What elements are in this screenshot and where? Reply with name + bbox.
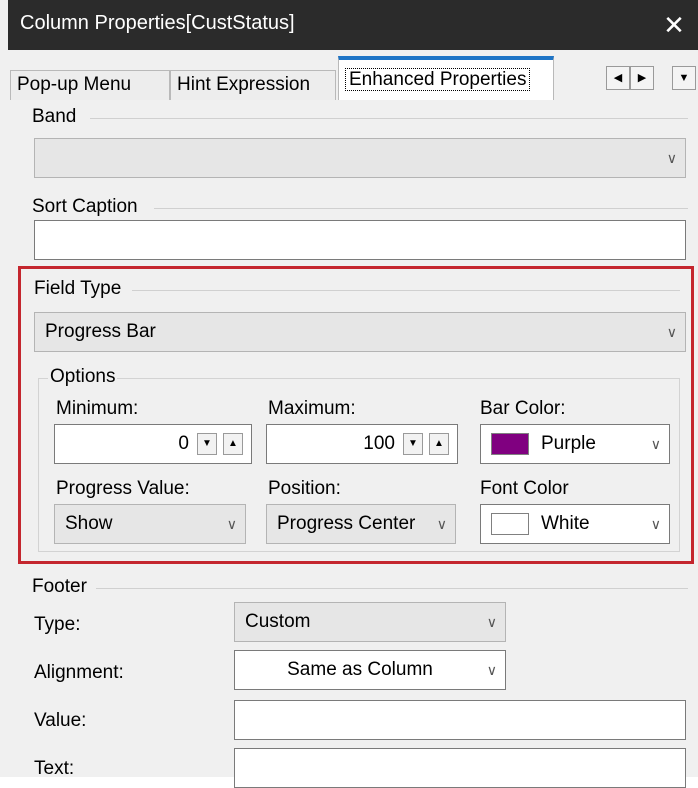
window-title: Column Properties[CustStatus] [20, 12, 295, 34]
footer-type-select[interactable]: Custom ∨ [234, 602, 506, 642]
position-select[interactable]: Progress Center ∨ [266, 504, 456, 544]
spin-down-icon[interactable]: ▼ [403, 433, 423, 455]
bar-color-label: Bar Color: [480, 398, 566, 419]
tab-label: Pop-up Menu [17, 74, 132, 95]
chevron-down-icon: ∨ [650, 436, 661, 452]
bar-color-value: Purple [541, 433, 596, 454]
tab-label: Enhanced Properties [345, 68, 531, 91]
divider [96, 588, 688, 589]
footer-type-label: Type: [34, 614, 81, 635]
progress-value-select[interactable]: Show ∨ [54, 504, 246, 544]
footer-value-input[interactable] [234, 700, 686, 740]
sort-caption-input[interactable] [34, 220, 686, 260]
tab-enhanced-properties[interactable]: Enhanced Properties [338, 56, 554, 100]
tab-label: Hint Expression [177, 74, 311, 95]
field-type-label: Field Type [34, 278, 122, 299]
close-icon[interactable]: ✕ [650, 0, 698, 50]
field-type-value: Progress Bar [45, 321, 156, 342]
sort-caption-label: Sort Caption [32, 196, 138, 217]
tab-scroll-left-icon[interactable]: ◀ [606, 66, 630, 90]
chevron-down-icon: ∨ [226, 516, 237, 532]
options-label: Options [48, 366, 118, 388]
progress-value-value: Show [65, 513, 113, 534]
divider [132, 290, 680, 291]
minimum-spinner[interactable]: 0 ▼ ▲ [54, 424, 252, 464]
footer-alignment-select[interactable]: Same as Column ∨ [234, 650, 506, 690]
bar-color-select[interactable]: Purple ∨ [480, 424, 670, 464]
minimum-value: 0 [178, 433, 189, 454]
footer-alignment-label: Alignment: [34, 662, 124, 683]
footer-label: Footer [32, 576, 87, 597]
band-select[interactable]: ∨ [34, 138, 686, 178]
divider [90, 118, 688, 119]
chevron-down-icon: ∨ [486, 614, 497, 630]
spin-up-icon[interactable]: ▲ [429, 433, 449, 455]
chevron-down-icon: ∨ [486, 662, 497, 678]
position-label: Position: [268, 478, 341, 499]
chevron-down-icon: ∨ [432, 505, 447, 543]
window-left-edge [0, 0, 8, 777]
tab-menu-icon[interactable]: ▼ [672, 66, 696, 90]
font-color-value: White [541, 513, 590, 534]
chevron-down-icon: ∨ [666, 324, 677, 340]
position-value: Progress Center [277, 513, 416, 534]
tab-scroll-right-icon[interactable]: ▶ [630, 66, 654, 90]
divider [154, 208, 688, 209]
footer-type-value: Custom [245, 611, 311, 632]
progress-value-label: Progress Value: [56, 478, 190, 499]
footer-text-input[interactable] [234, 748, 686, 788]
maximum-spinner[interactable]: 100 ▼ ▲ [266, 424, 458, 464]
font-color-label: Font Color [480, 478, 569, 499]
font-color-select[interactable]: White ∨ [480, 504, 670, 544]
maximum-label: Maximum: [268, 398, 356, 419]
tab-strip: Pop-up Menu Hint Expression Enhanced Pro… [8, 50, 698, 100]
spin-down-icon[interactable]: ▼ [197, 433, 217, 455]
tab-popup-menu[interactable]: Pop-up Menu [10, 70, 170, 100]
bar-color-swatch [491, 433, 529, 455]
chevron-down-icon: ∨ [666, 150, 677, 166]
minimum-label: Minimum: [56, 398, 139, 419]
title-bar: Column Properties[CustStatus] ✕ [8, 0, 698, 50]
spin-up-icon[interactable]: ▲ [223, 433, 243, 455]
footer-value-label: Value: [34, 710, 87, 731]
band-label: Band [32, 106, 77, 127]
field-type-select[interactable]: Progress Bar ∨ [34, 312, 686, 352]
maximum-value: 100 [363, 433, 395, 454]
footer-alignment-value: Same as Column [287, 659, 433, 680]
chevron-down-icon: ∨ [650, 516, 661, 532]
tab-hint-expression[interactable]: Hint Expression [170, 70, 336, 100]
font-color-swatch [491, 513, 529, 535]
